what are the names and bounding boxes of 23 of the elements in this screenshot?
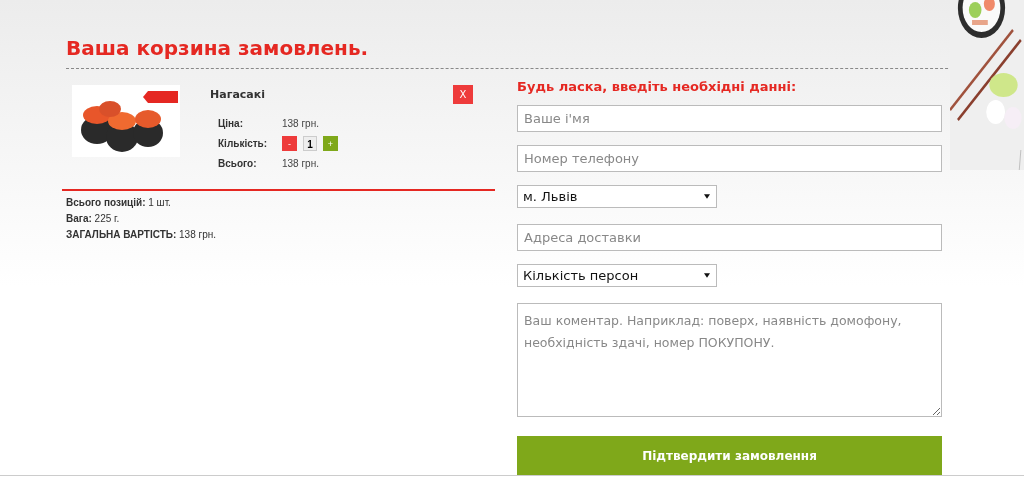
field-label: Кількість:: [218, 138, 269, 149]
product-name: Нагасакі: [210, 88, 265, 101]
summary-line: Всього позицій: 1 шт.: [65, 196, 172, 210]
increase-button[interactable]: +: [323, 136, 338, 151]
field-value: 138 грн.: [282, 158, 320, 169]
submit-button[interactable]: Підтвердити замовлення: [517, 436, 942, 476]
caret-icon: [704, 273, 710, 278]
text-field[interactable]: Номер телефону: [517, 145, 942, 172]
remove-button[interactable]: X: [453, 85, 473, 104]
field-label: Всього:: [218, 158, 258, 169]
text-field[interactable]: Ваше і'мя: [517, 105, 942, 132]
quantity-field[interactable]: 1: [303, 136, 317, 151]
caret-icon: [704, 194, 710, 199]
summary-line: Вага: 225 г.: [65, 212, 121, 226]
comment-field[interactable]: Ваш коментар. Наприклад: поверх, наявність домофону, необхідність здачі, номер ПОКУПОНУ.: [517, 303, 942, 417]
decrease-button[interactable]: -: [282, 136, 297, 151]
summary-line: ЗАГАЛЬНА ВАРТІСТЬ: 138 грн.: [65, 228, 218, 242]
text-field[interactable]: Адреса доставки: [517, 224, 942, 251]
field-label: Ціна:: [218, 118, 244, 129]
field-value: 138 грн.: [282, 118, 320, 129]
form-title: Будь ласка, введіть необхідні данні:: [517, 79, 797, 94]
dropdown[interactable]: Кількість персон: [517, 264, 717, 287]
dropdown[interactable]: м. Львів: [517, 185, 717, 208]
